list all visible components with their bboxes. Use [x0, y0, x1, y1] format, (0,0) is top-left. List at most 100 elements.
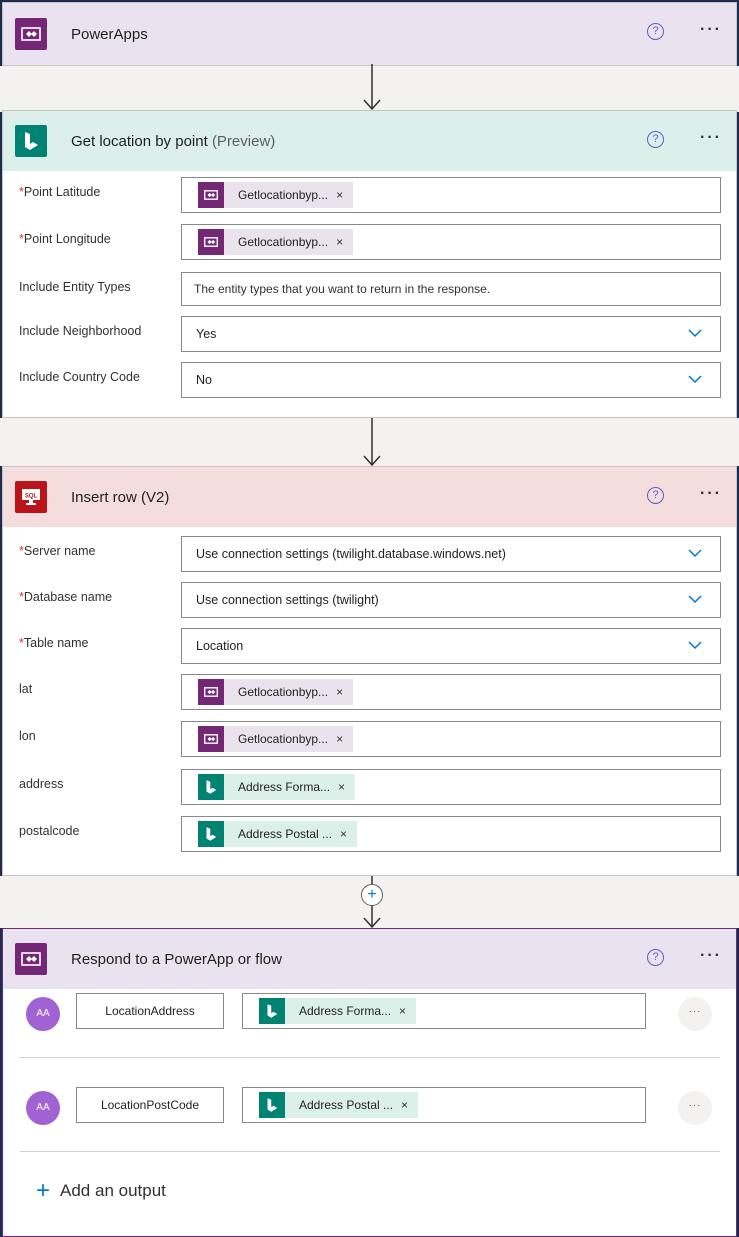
token-label: Getlocationbyp... [238, 685, 329, 699]
close-icon[interactable]: × [340, 827, 347, 841]
lat-label: lat [19, 682, 33, 696]
more-options-icon[interactable]: ··· [700, 947, 722, 965]
token-label: Address Forma... [299, 1004, 392, 1018]
output-more-button[interactable]: ··· [678, 1091, 712, 1125]
address-row: address Address Forma... × [3, 769, 736, 805]
chevron-down-icon[interactable] [688, 326, 702, 340]
database-name-row: *Database name Use connection settings (… [3, 582, 736, 618]
label-text: Point Longitude [23, 232, 111, 246]
dynamic-token[interactable]: Address Forma... × [198, 774, 356, 800]
lon-row: lon Getlocationbyp... × [3, 721, 736, 757]
dropdown-value: Use connection settings (twilight) [196, 593, 379, 607]
bing-icon [15, 125, 47, 157]
label-text: Table name [23, 636, 89, 650]
output-value-field[interactable]: Address Postal ... × [242, 1087, 646, 1123]
sql-server-icon: SQL [15, 481, 47, 513]
more-options-icon[interactable]: ··· [700, 485, 722, 503]
help-icon[interactable]: ? [647, 23, 664, 40]
sql-action-header[interactable]: SQL Insert row (V2) ? ··· [3, 467, 736, 527]
table-name-label: *Table name [19, 636, 89, 650]
powerapps-trigger-header[interactable]: PowerApps ? ··· [3, 3, 736, 65]
close-icon[interactable]: × [336, 235, 343, 249]
token-label: Address Postal ... [299, 1098, 394, 1112]
address-label: address [19, 777, 64, 791]
bing-action-header[interactable]: Get location by point (Preview) ? ··· [3, 111, 736, 171]
table-name-row: *Table name Location [3, 628, 736, 664]
postalcode-label: postalcode [19, 824, 80, 838]
divider [20, 1151, 720, 1152]
point-longitude-label: *Point Longitude [19, 232, 111, 246]
dropdown-value: Location [196, 639, 244, 653]
bing-icon [259, 998, 285, 1024]
sql-action-title: Insert row (V2) [71, 488, 170, 506]
token-label: Getlocationbyp... [238, 188, 329, 202]
include-country-code-dropdown[interactable]: No [181, 362, 721, 398]
lon-label: lon [19, 729, 36, 743]
add-output-label: Add an output [60, 1181, 166, 1200]
chevron-down-icon[interactable] [688, 546, 702, 560]
powerapps-icon [198, 229, 224, 255]
point-latitude-field[interactable]: Getlocationbyp... × [181, 177, 721, 213]
dynamic-token[interactable]: Address Postal ... × [259, 1092, 419, 1118]
avatar: AA [26, 997, 60, 1031]
dynamic-token[interactable]: Getlocationbyp... × [198, 679, 354, 705]
output-value-field[interactable]: Address Forma... × [242, 993, 646, 1029]
dynamic-token[interactable]: Address Forma... × [259, 998, 417, 1024]
powerapps-trigger-card[interactable]: PowerApps ? ··· [2, 2, 737, 66]
output-name-input[interactable]: LocationAddress [76, 993, 224, 1029]
chevron-down-icon[interactable] [688, 592, 702, 606]
help-icon[interactable]: ? [647, 131, 664, 148]
more-options-icon[interactable]: ··· [700, 21, 722, 39]
bing-icon [259, 1092, 285, 1118]
point-longitude-field[interactable]: Getlocationbyp... × [181, 224, 721, 260]
chevron-down-icon[interactable] [688, 372, 702, 386]
close-icon[interactable]: × [336, 685, 343, 699]
powerapps-trigger-title: PowerApps [71, 25, 148, 43]
dynamic-token[interactable]: Address Postal ... × [198, 821, 358, 847]
add-output-button[interactable]: + Add an output [36, 1179, 166, 1203]
more-options-icon[interactable]: ··· [700, 129, 722, 147]
respond-action-header[interactable]: Respond to a PowerApp or flow ? ··· [3, 929, 736, 989]
token-label: Address Forma... [238, 780, 331, 794]
server-name-row: *Server name Use connection settings (tw… [3, 536, 736, 572]
label-text: Point Latitude [23, 185, 101, 199]
address-field[interactable]: Address Forma... × [181, 769, 721, 805]
include-neighborhood-dropdown[interactable]: Yes [181, 316, 721, 352]
lat-row: lat Getlocationbyp... × [3, 674, 736, 710]
close-icon[interactable]: × [336, 188, 343, 202]
arrow-down-icon [363, 418, 381, 466]
powerapps-icon [15, 18, 47, 50]
token-label: Getlocationbyp... [238, 235, 329, 249]
output-more-button[interactable]: ··· [678, 997, 712, 1031]
dynamic-token[interactable]: Getlocationbyp... × [198, 182, 354, 208]
bing-action-card[interactable]: Get location by point (Preview) ? ··· *P… [2, 110, 737, 418]
lon-field[interactable]: Getlocationbyp... × [181, 721, 721, 757]
close-icon[interactable]: × [336, 732, 343, 746]
include-entity-types-input[interactable]: The entity types that you want to return… [181, 272, 721, 306]
close-icon[interactable]: × [401, 1098, 408, 1112]
close-icon[interactable]: × [399, 1004, 406, 1018]
insert-step-button[interactable]: + [361, 884, 383, 906]
help-icon[interactable]: ? [647, 487, 664, 504]
include-country-code-row: Include Country Code No [3, 362, 736, 398]
close-icon[interactable]: × [338, 780, 345, 794]
respond-action-title: Respond to a PowerApp or flow [71, 950, 282, 968]
server-name-dropdown[interactable]: Use connection settings (twilight.databa… [181, 536, 721, 572]
output-name-input[interactable]: LocationPostCode [76, 1087, 224, 1123]
sql-action-card[interactable]: SQL Insert row (V2) ? ··· *Server name U… [2, 466, 737, 876]
bing-icon [198, 821, 224, 847]
server-name-label: *Server name [19, 544, 95, 558]
help-icon[interactable]: ? [647, 949, 664, 966]
dynamic-token[interactable]: Getlocationbyp... × [198, 229, 354, 255]
divider [20, 1057, 720, 1058]
dropdown-value: Yes [196, 327, 217, 341]
postalcode-field[interactable]: Address Postal ... × [181, 816, 721, 852]
arrow-down-icon [363, 64, 381, 111]
database-name-dropdown[interactable]: Use connection settings (twilight) [181, 582, 721, 618]
include-neighborhood-label: Include Neighborhood [19, 324, 142, 338]
lat-field[interactable]: Getlocationbyp... × [181, 674, 721, 710]
chevron-down-icon[interactable] [688, 638, 702, 652]
include-neighborhood-row: Include Neighborhood Yes [3, 316, 736, 352]
dynamic-token[interactable]: Getlocationbyp... × [198, 726, 354, 752]
table-name-dropdown[interactable]: Location [181, 628, 721, 664]
